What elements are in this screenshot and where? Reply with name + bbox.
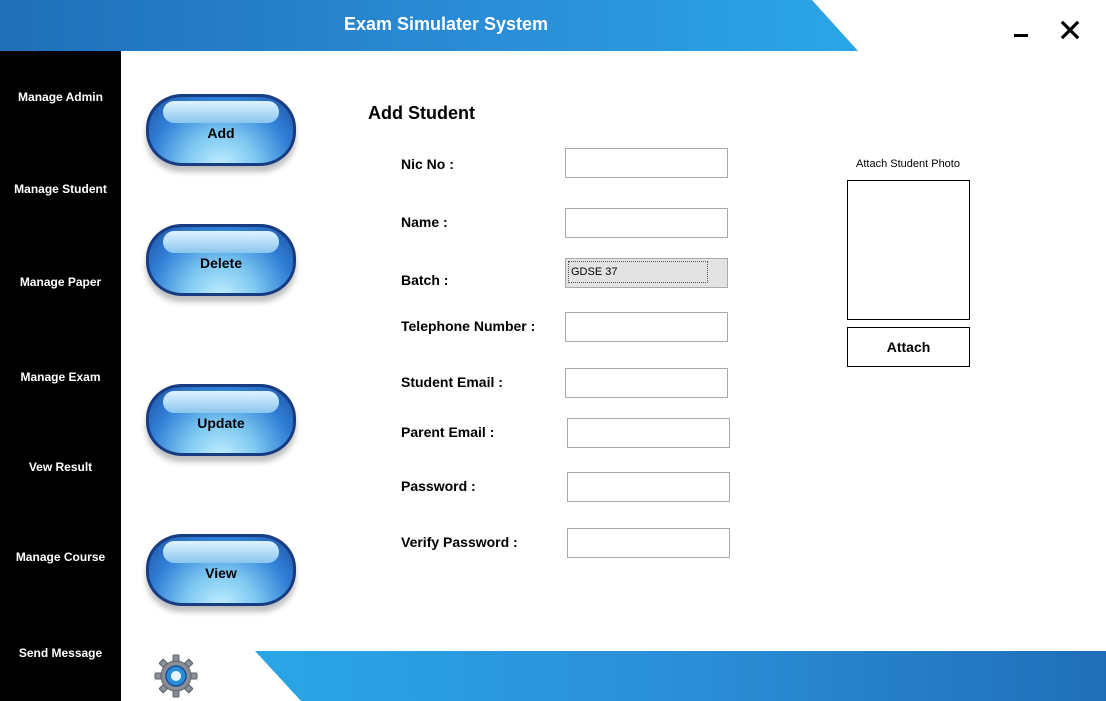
window-title: Exam Simulater System <box>343 14 549 34</box>
nic-input[interactable] <box>565 148 728 178</box>
sidebar-item-manage-exam[interactable]: Manage Exam <box>0 370 121 384</box>
button-shine <box>163 101 279 123</box>
sidebar-item-manage-student[interactable]: Manage Student <box>0 182 121 196</box>
add-button-label: Add <box>207 125 235 141</box>
batch-label: Batch : <box>401 272 449 288</box>
add-button[interactable]: Add <box>146 94 296 166</box>
sidebar-item-manage-course[interactable]: Manage Course <box>0 550 121 564</box>
update-button[interactable]: Update <box>146 384 296 456</box>
view-button[interactable]: View <box>146 534 296 606</box>
button-shine <box>163 231 279 253</box>
student-photo-box <box>847 180 970 320</box>
student-email-input[interactable] <box>565 368 728 398</box>
verify-password-label: Verify Password : <box>401 534 518 550</box>
bottom-bar <box>255 651 1106 701</box>
parent-email-label: Parent Email : <box>401 424 495 440</box>
batch-selected-value: GDSE 37 <box>568 261 708 283</box>
button-shine <box>163 541 279 563</box>
batch-select[interactable]: GDSE 37 <box>565 258 728 288</box>
delete-button-label: Delete <box>199 255 243 271</box>
view-button-label: View <box>205 565 237 581</box>
delete-button[interactable]: Delete <box>146 224 296 296</box>
close-icon[interactable] <box>1058 18 1082 42</box>
password-label: Password : <box>401 478 476 494</box>
sidebar-item-manage-admin[interactable]: Manage Admin <box>0 90 121 104</box>
sidebar-item-manage-paper[interactable]: Manage Paper <box>0 275 121 289</box>
password-input[interactable] <box>567 472 730 502</box>
telephone-label: Telephone Number : <box>401 318 536 334</box>
update-button-label: Update <box>197 415 245 431</box>
nic-label: Nic No : <box>401 156 454 172</box>
verify-password-input[interactable] <box>567 528 730 558</box>
telephone-input[interactable] <box>565 312 728 342</box>
attach-button[interactable]: Attach <box>847 327 970 367</box>
button-shine <box>163 391 279 413</box>
name-label: Name : <box>401 214 448 230</box>
minimize-icon[interactable] <box>1010 18 1034 42</box>
sidebar-item-view-result[interactable]: Vew Result <box>0 460 121 474</box>
form-title: Add Student <box>368 103 475 123</box>
photo-label: Attach Student Photo <box>856 158 960 170</box>
parent-email-input[interactable] <box>567 418 730 448</box>
name-input[interactable] <box>565 208 728 238</box>
student-email-label: Student Email : <box>401 374 503 390</box>
sidebar-item-send-message[interactable]: Send Message <box>0 646 121 660</box>
gear-icon[interactable] <box>154 654 198 698</box>
